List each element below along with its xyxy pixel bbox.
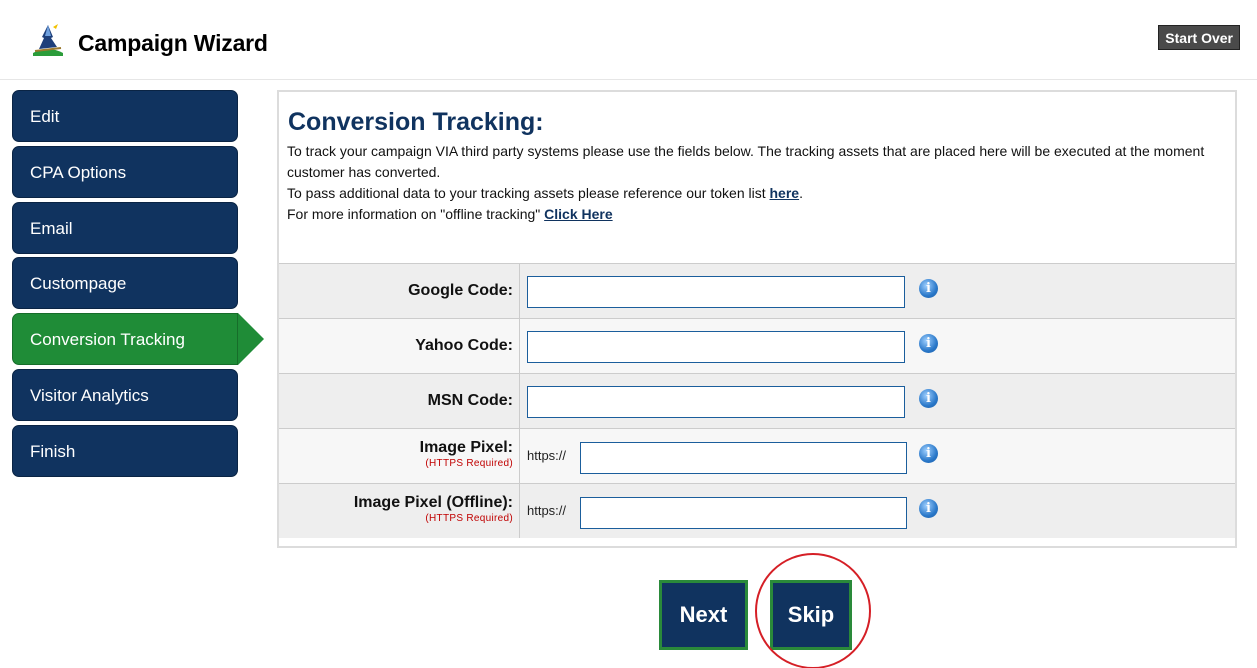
info-icon[interactable]: i [919,444,938,463]
yahoo-code-input[interactable] [527,331,905,363]
msn-code-label-cell: MSN Code: [279,374,520,428]
wizard-logo-icon [33,24,63,56]
section-title: Conversion Tracking: [288,108,544,136]
wizard-steps-sidebar: Edit CPA Options Email Custompage Conver… [12,90,268,481]
image-pixel-offline-row: Image Pixel (Offline): (HTTPS Required) … [279,483,1235,538]
sidebar-item-visitor-analytics[interactable]: Visitor Analytics [12,368,238,421]
offline-tracking-link[interactable]: Click Here [544,206,612,222]
image-pixel-offline-label-cell: Image Pixel (Offline): (HTTPS Required) [279,484,520,538]
sidebar-item-email[interactable]: Email [12,201,238,254]
header-divider [0,79,1257,80]
info-icon[interactable]: i [919,279,938,298]
msn-code-input[interactable] [527,386,905,418]
google-code-input[interactable] [527,276,905,308]
msn-code-row: MSN Code: i [279,373,1235,428]
sidebar-item-edit[interactable]: Edit [12,90,238,142]
yahoo-code-label-cell: Yahoo Code: [279,319,520,373]
image-pixel-label: Image Pixel: [419,439,513,456]
image-pixel-offline-input[interactable] [580,497,907,529]
app-title: Campaign Wizard [78,30,268,56]
image-pixel-input[interactable] [580,442,907,474]
start-over-button[interactable]: Start Over [1158,25,1240,50]
info-icon[interactable]: i [919,389,938,408]
yahoo-code-row: Yahoo Code: i [279,318,1235,373]
skip-highlight-circle [755,553,871,668]
https-required-note: (HTTPS Required) [425,513,513,524]
sidebar-item-finish[interactable]: Finish [12,424,238,477]
https-required-note: (HTTPS Required) [425,458,513,469]
info-icon[interactable]: i [919,334,938,353]
header: Campaign Wizard Start Over [0,0,1257,80]
sidebar-item-custompage[interactable]: Custompage [12,257,238,310]
tracking-fields: Google Code: i Yahoo Code: i MSN Code: i… [279,263,1235,538]
description-line-2: To pass additional data to your tracking… [287,185,770,201]
next-button[interactable]: Next [659,580,748,650]
https-prefix: https:// [527,448,567,463]
https-prefix: https:// [527,503,567,518]
image-pixel-label-cell: Image Pixel: (HTTPS Required) [279,429,520,483]
sidebar-item-conversion-tracking[interactable]: Conversion Tracking [12,313,264,366]
google-code-label: Google Code: [408,282,513,299]
yahoo-code-label: Yahoo Code: [415,337,513,354]
description-line-1: To track your campaign VIA third party s… [287,143,1205,180]
description-line-3: For more information on "offline trackin… [287,206,545,222]
description-line-2-end: . [799,185,803,201]
google-code-row: Google Code: i [279,263,1235,318]
msn-code-label: MSN Code: [427,392,513,409]
info-icon[interactable]: i [919,499,938,518]
image-pixel-offline-label: Image Pixel (Offline): [353,494,513,511]
sidebar-item-cpa-options[interactable]: CPA Options [12,145,238,198]
image-pixel-row: Image Pixel: (HTTPS Required) https:// i [279,428,1235,483]
token-list-link[interactable]: here [770,185,800,201]
section-description: To track your campaign VIA third party s… [287,141,1232,225]
google-code-label-cell: Google Code: [279,264,520,318]
conversion-tracking-panel: Conversion Tracking: To track your campa… [277,90,1237,548]
